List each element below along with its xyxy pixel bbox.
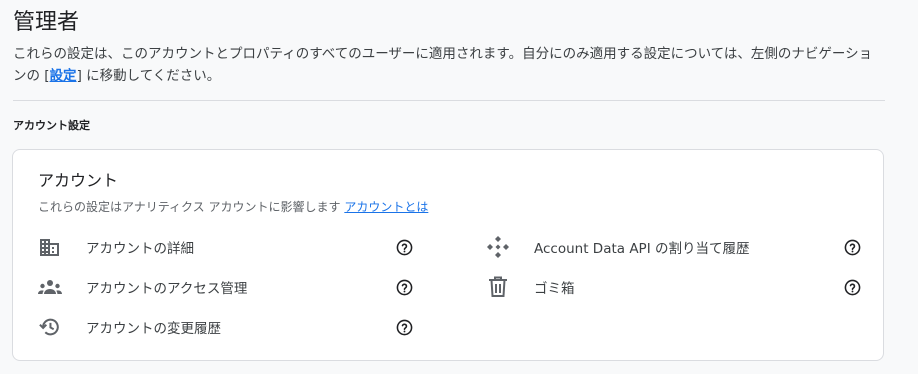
building-icon	[38, 235, 62, 259]
help-icon[interactable]	[395, 318, 413, 336]
help-icon[interactable]	[843, 238, 861, 256]
trash-label: ゴミ箱	[534, 281, 575, 297]
settings-link[interactable]: 設定	[50, 68, 77, 84]
help-icon[interactable]	[395, 238, 413, 256]
account-data-api-quota-history-label: Account Data API の割り当て履歴	[534, 241, 750, 257]
card-title: アカウント	[38, 171, 119, 190]
account-details-item[interactable]: アカウントの詳細	[38, 227, 418, 267]
page-title: 管理者	[13, 10, 80, 35]
api-icon	[486, 235, 510, 259]
page-description: これらの設定は、このアカウントとプロパティのすべてのユーザーに適用されます。自分…	[13, 43, 883, 87]
section-label: アカウント設定	[13, 119, 90, 132]
account-details-label: アカウントの詳細	[86, 241, 194, 257]
trash-icon	[486, 275, 510, 299]
account-access-management-item[interactable]: アカウントのアクセス管理	[38, 267, 418, 307]
help-icon[interactable]	[395, 278, 413, 296]
account-change-history-label: アカウントの変更履歴	[86, 321, 221, 337]
trash-item[interactable]: ゴミ箱	[486, 267, 866, 307]
help-icon[interactable]	[843, 278, 861, 296]
card-subtitle: これらの設定はアナリティクス アカウントに影響します アカウントとは	[38, 198, 428, 215]
history-icon	[38, 315, 62, 339]
people-icon	[38, 275, 62, 299]
description-text-end: ] に移動してください。	[76, 68, 221, 84]
account-data-api-quota-history-item[interactable]: Account Data API の割り当て履歴	[486, 227, 866, 267]
account-change-history-item[interactable]: アカウントの変更履歴	[38, 307, 418, 347]
account-access-management-label: アカウントのアクセス管理	[86, 281, 248, 297]
card-subtitle-text: これらの設定はアナリティクス アカウントに影響します	[38, 200, 341, 214]
account-card: アカウント これらの設定はアナリティクス アカウントに影響します アカウントとは…	[12, 149, 884, 361]
what-is-account-link[interactable]: アカウントとは	[344, 200, 428, 214]
divider	[13, 100, 885, 101]
